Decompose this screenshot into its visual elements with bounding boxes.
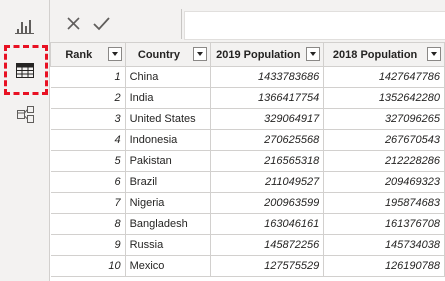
formula-input[interactable] — [184, 11, 445, 40]
table-row: 7 Nigeria 200963599 195874683 — [50, 192, 445, 214]
rank-cell[interactable]: 5 — [50, 150, 126, 172]
country-cell[interactable]: Russia — [124, 234, 212, 256]
rank-cell[interactable]: 2 — [50, 87, 126, 109]
population-2019-cell[interactable]: 145872256 — [210, 234, 325, 256]
filter-dropdown-icon[interactable] — [306, 47, 321, 61]
rank-cell[interactable]: 4 — [50, 129, 126, 151]
rank-cell[interactable]: 3 — [50, 108, 126, 130]
column-header-rank[interactable]: Rank — [50, 42, 126, 67]
rank-cell[interactable]: 9 — [50, 234, 126, 256]
rank-cell[interactable]: 8 — [50, 213, 126, 235]
country-cell[interactable]: Nigeria — [124, 192, 212, 214]
population-2019-cell[interactable]: 1366417754 — [210, 87, 325, 109]
close-icon[interactable] — [60, 10, 88, 38]
checkmark-icon[interactable] — [88, 10, 116, 38]
country-cell[interactable]: Mexico — [124, 255, 212, 277]
population-2018-cell[interactable]: 327096265 — [323, 108, 445, 130]
table-row: 2 India 1366417754 1352642280 — [50, 87, 445, 109]
rank-cell[interactable]: 1 — [50, 66, 126, 88]
column-header-country[interactable]: Country — [124, 42, 212, 67]
population-2019-cell[interactable]: 216565318 — [210, 150, 325, 172]
model-view-icon[interactable] — [10, 100, 40, 130]
table-row: 1 China 1433783686 1427647786 — [50, 66, 445, 88]
population-2019-cell[interactable]: 270625568 — [210, 129, 325, 151]
data-table: Rank Country 2019 Population 2018 Popula… — [50, 42, 445, 277]
population-2018-cell[interactable]: 212228286 — [323, 150, 445, 172]
population-2019-cell[interactable]: 127575529 — [210, 255, 325, 277]
column-header-2018-population[interactable]: 2018 Population — [323, 42, 445, 67]
table-row: 3 United States 329064917 327096265 — [50, 108, 445, 130]
view-switcher-rail — [0, 0, 49, 281]
filter-dropdown-icon[interactable] — [193, 47, 208, 61]
report-view-icon[interactable] — [10, 10, 40, 40]
country-cell[interactable]: Brazil — [124, 171, 212, 193]
population-2018-cell[interactable]: 1352642280 — [323, 87, 445, 109]
filter-dropdown-icon[interactable] — [427, 47, 441, 61]
rank-cell[interactable]: 10 — [50, 255, 126, 277]
formula-bar — [50, 0, 445, 42]
population-2019-cell[interactable]: 163046161 — [210, 213, 325, 235]
data-view-highlight — [4, 45, 48, 95]
population-2018-cell[interactable]: 209469323 — [323, 171, 445, 193]
formula-bar-divider — [181, 9, 182, 39]
population-2018-cell[interactable]: 145734038 — [323, 234, 445, 256]
header-row: Rank Country 2019 Population 2018 Popula… — [50, 42, 445, 67]
table-row: 4 Indonesia 270625568 267670543 — [50, 129, 445, 151]
rank-cell[interactable]: 6 — [50, 171, 126, 193]
population-2018-cell[interactable]: 161376708 — [323, 213, 445, 235]
table-row: 9 Russia 145872256 145734038 — [50, 234, 445, 256]
rank-cell[interactable]: 7 — [50, 192, 126, 214]
table-row: 6 Brazil 211049527 209469323 — [50, 171, 445, 193]
population-2018-cell[interactable]: 126190788 — [323, 255, 445, 277]
table-row: 8 Bangladesh 163046161 161376708 — [50, 213, 445, 235]
country-cell[interactable]: United States — [124, 108, 212, 130]
population-2019-cell[interactable]: 211049527 — [210, 171, 325, 193]
population-2019-cell[interactable]: 329064917 — [210, 108, 325, 130]
column-header-2019-population[interactable]: 2019 Population — [210, 42, 325, 67]
country-cell[interactable]: India — [124, 87, 212, 109]
country-cell[interactable]: China — [124, 66, 212, 88]
table-row: 10 Mexico 127575529 126190788 — [50, 255, 445, 277]
country-cell[interactable]: Indonesia — [124, 129, 212, 151]
table-row: 5 Pakistan 216565318 212228286 — [50, 150, 445, 172]
population-2019-cell[interactable]: 200963599 — [210, 192, 325, 214]
country-cell[interactable]: Bangladesh — [124, 213, 212, 235]
population-2018-cell[interactable]: 195874683 — [323, 192, 445, 214]
population-2018-cell[interactable]: 1427647786 — [323, 66, 445, 88]
filter-dropdown-icon[interactable] — [107, 47, 122, 61]
country-cell[interactable]: Pakistan — [124, 150, 212, 172]
population-2018-cell[interactable]: 267670543 — [323, 129, 445, 151]
population-2019-cell[interactable]: 1433783686 — [210, 66, 325, 88]
